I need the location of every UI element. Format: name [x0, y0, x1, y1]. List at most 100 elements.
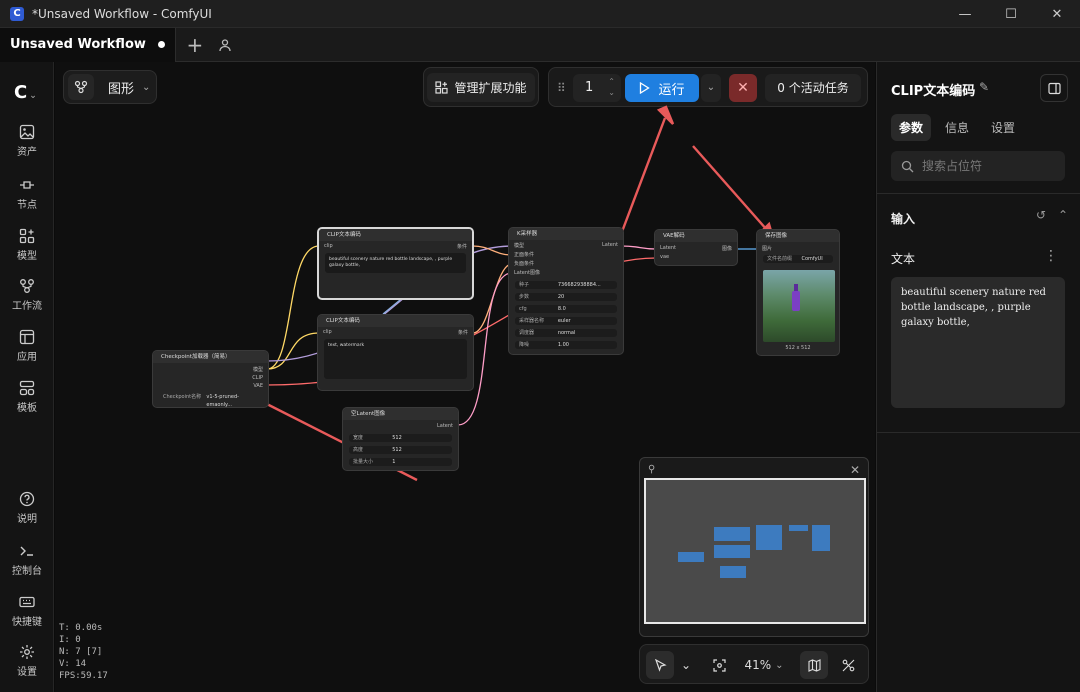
sidebar-item-apps[interactable]: 应用: [0, 329, 54, 363]
port-image-out[interactable]: 图像: [722, 245, 732, 252]
denoise-widget[interactable]: 降噪 1.00: [515, 341, 617, 349]
tab-bar: Unsaved Workflow +: [0, 27, 1080, 62]
node-save-image[interactable]: 保存图像 图片 文件名前缀 ComfyUI 512 x 512: [756, 229, 840, 356]
inputs-section-title: 输入: [891, 212, 916, 226]
node-text-area[interactable]: beautiful scenery nature red bottle land…: [325, 253, 466, 273]
port-image-in[interactable]: 图片: [762, 245, 772, 252]
tab-unsaved-workflow[interactable]: Unsaved Workflow: [0, 27, 176, 62]
port-vae-out[interactable]: VAE: [253, 383, 263, 389]
run-button[interactable]: 运行: [625, 74, 699, 102]
prompt-text-field[interactable]: beautiful scenery nature red bottle land…: [891, 277, 1065, 408]
port-model-in[interactable]: 模型: [514, 242, 524, 249]
port-positive-in[interactable]: 正面条件: [514, 251, 534, 258]
output-image-preview[interactable]: [763, 270, 835, 342]
panel-title: CLIP文本编码: [891, 84, 976, 99]
ckpt-name-widget[interactable]: Checkpoint名称 v1-5-pruned-emaonly...: [159, 393, 262, 407]
view-mode-dropdown[interactable]: 图形 ⌄: [63, 70, 157, 104]
edit-pencil-icon[interactable]: ✎: [979, 80, 989, 94]
sidebar-item-settings[interactable]: 设置: [0, 644, 54, 678]
sidebar-item-assets[interactable]: 资产: [0, 124, 54, 158]
filename-prefix-widget[interactable]: 文件名前缀 ComfyUI: [763, 255, 833, 263]
sidebar-item-shortcuts[interactable]: 快捷键: [0, 594, 54, 628]
stat-fps: FPS:59.17: [59, 671, 108, 681]
tab-parameters[interactable]: 参数: [891, 114, 932, 141]
port-clip-in[interactable]: clip: [323, 329, 332, 335]
port-cond-out[interactable]: 条件: [457, 243, 467, 250]
sidebar-item-help[interactable]: 说明: [0, 491, 54, 525]
collapse-chevron-up-icon[interactable]: ⌃: [1058, 208, 1068, 222]
toggle-panel-button[interactable]: [1040, 74, 1068, 102]
minimap-toggle-button[interactable]: [800, 651, 828, 679]
run-options-chevron-icon[interactable]: ⌄: [701, 74, 721, 102]
port-latent-out[interactable]: Latent: [437, 423, 453, 429]
steps-widget[interactable]: 步数 20: [515, 293, 617, 301]
new-tab-button[interactable]: +: [180, 33, 210, 57]
node-clip-text-encode-positive[interactable]: CLIP文本编码 clip 条件 beautiful scenery natur…: [317, 227, 474, 300]
hide-links-button[interactable]: [834, 651, 862, 679]
minimap[interactable]: ⚲ ✕: [639, 457, 869, 637]
cancel-run-button[interactable]: ✕: [729, 74, 757, 102]
sidebar-item-models[interactable]: 模型: [0, 228, 54, 262]
port-latent-in[interactable]: Latent图像: [514, 269, 540, 276]
port-vae-in[interactable]: vae: [660, 254, 669, 260]
active-tasks-button[interactable]: 0 个活动任务: [765, 74, 861, 102]
node-title: VAE解码: [655, 230, 737, 242]
widget-label: 批量大小: [353, 459, 374, 465]
port-negative-in[interactable]: 负面条件: [514, 260, 534, 267]
tab-settings[interactable]: 设置: [983, 114, 1023, 141]
graph-canvas[interactable]: 图形 ⌄ 管理扩展功能 ⠿ 1 ⌃ ⌄ 运行 ⌄ ✕ 0 个活动任务 CLIP文…: [55, 62, 875, 692]
height-widget[interactable]: 高度 512: [349, 446, 452, 454]
zoom-dropdown[interactable]: 41% ⌄: [740, 651, 788, 679]
search-input[interactable]: [922, 159, 1052, 173]
minimap-node: [714, 527, 750, 541]
user-button[interactable]: [210, 38, 240, 52]
port-model-out[interactable]: 模型: [253, 366, 263, 373]
sampler-widget[interactable]: 采样器名称 euler: [515, 317, 617, 325]
port-clip-out[interactable]: CLIP: [252, 375, 263, 381]
sidebar-item-workflows[interactable]: 工作流: [0, 278, 54, 312]
node-empty-latent-image[interactable]: 空Latent图像 Latent 宽度 512 高度 512 批量大小 1: [342, 407, 459, 471]
node-checkpoint-loader[interactable]: Checkpoint加载器（简易） 模型 CLIP VAE Checkpoint…: [152, 350, 269, 408]
scheduler-widget[interactable]: 调度器 normal: [515, 329, 617, 337]
run-toolbar: ⠿ 1 ⌃ ⌄ 运行 ⌄ ✕ 0 个活动任务: [548, 67, 868, 107]
node-clip-text-encode-negative[interactable]: CLIP文本编码 clip 条件 text, watermark: [317, 314, 474, 391]
close-window-button[interactable]: ✕: [1034, 0, 1080, 28]
port-latent-in[interactable]: Latent: [660, 245, 676, 251]
focus-icon: [712, 658, 726, 672]
port-clip-in[interactable]: clip: [324, 243, 333, 249]
drag-handle-icon[interactable]: ⠿: [557, 81, 566, 95]
node-ksampler[interactable]: K采样器 模型 正面条件 负面条件 Latent图像 Latent 种子 7366…: [508, 227, 624, 355]
title-bar: C *Unsaved Workflow - ComfyUI — ☐ ✕: [0, 0, 1080, 28]
minimap-settings-icon[interactable]: ⚲: [648, 464, 655, 475]
stepper-arrows-icon[interactable]: ⌃ ⌄: [608, 76, 615, 98]
reset-icon[interactable]: ↺: [1036, 208, 1046, 222]
node-text-area[interactable]: text, watermark: [324, 339, 467, 379]
minimap-node: [720, 566, 746, 578]
seed-widget[interactable]: 种子 736682938884...: [515, 281, 617, 289]
keyboard-icon: [19, 596, 35, 608]
batch-count-stepper[interactable]: 1 ⌃ ⌄: [573, 74, 621, 102]
minimize-button[interactable]: —: [942, 0, 988, 28]
more-options-icon[interactable]: ⋮: [1044, 248, 1058, 264]
batch-size-widget[interactable]: 批量大小 1: [349, 458, 452, 466]
minimap-viewport[interactable]: [644, 478, 866, 624]
node-plug-icon: [20, 181, 34, 189]
port-latent-out[interactable]: Latent: [602, 242, 618, 248]
cfg-widget[interactable]: cfg 8.0: [515, 305, 617, 313]
bottle-body-shape: [792, 291, 800, 311]
minimap-close-icon[interactable]: ✕: [850, 463, 860, 477]
width-widget[interactable]: 宽度 512: [349, 434, 452, 442]
comfy-logo[interactable]: C ⌄: [14, 82, 37, 103]
tool-chevron-down-icon[interactable]: ⌄: [678, 651, 694, 679]
manage-extensions-button[interactable]: 管理扩展功能: [423, 67, 539, 107]
tab-info[interactable]: 信息: [937, 114, 977, 141]
node-vae-decode[interactable]: VAE解码 Latent vae 图像: [654, 229, 738, 266]
maximize-button[interactable]: ☐: [988, 0, 1034, 28]
sidebar-item-nodes[interactable]: 节点: [0, 177, 54, 211]
app-icon: C: [10, 6, 24, 21]
port-cond-out[interactable]: 条件: [458, 329, 468, 336]
sidebar-item-templates[interactable]: 模板: [0, 380, 54, 414]
fit-view-button[interactable]: [708, 651, 730, 679]
sidebar-item-console[interactable]: 控制台: [0, 543, 54, 577]
select-tool-button[interactable]: [646, 651, 674, 679]
